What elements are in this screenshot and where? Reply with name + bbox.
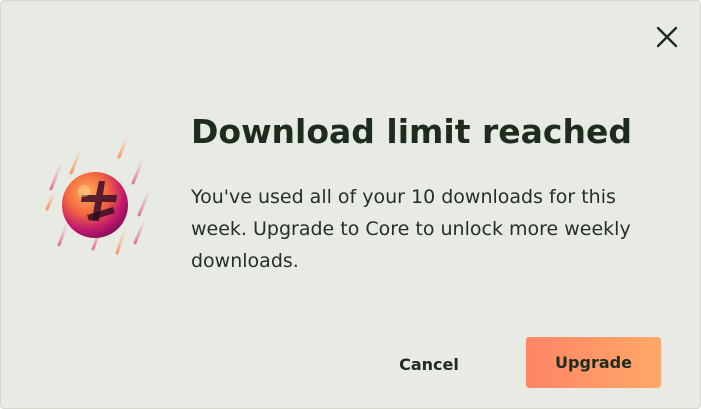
close-icon <box>656 26 678 48</box>
download-limit-dialog: Download limit reached You've used all o… <box>0 0 701 409</box>
dialog-title: Download limit reached <box>191 112 632 151</box>
close-button[interactable] <box>653 23 681 51</box>
upgrade-button[interactable]: Upgrade <box>526 337 661 388</box>
download-limit-orb-icon <box>41 129 161 259</box>
cancel-button[interactable]: Cancel <box>379 339 479 389</box>
dialog-message: You've used all of your 10 downloads for… <box>191 186 631 272</box>
